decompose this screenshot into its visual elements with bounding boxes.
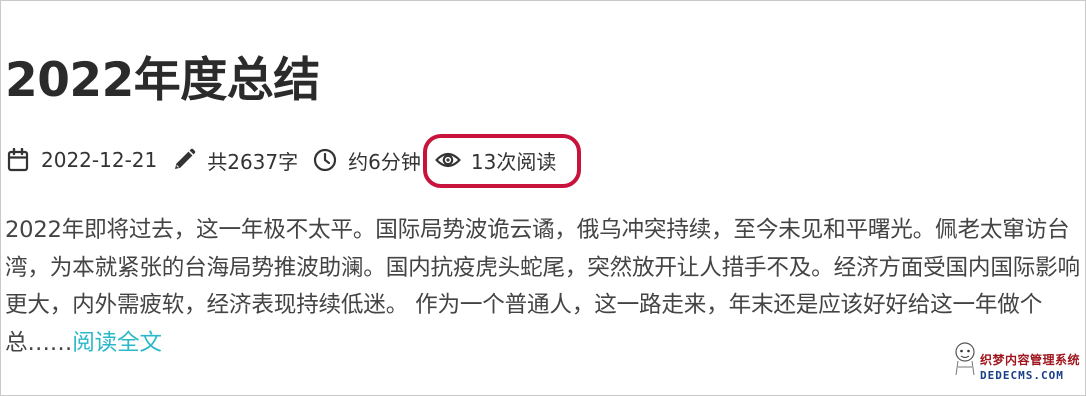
clock-icon [312, 147, 338, 173]
post-excerpt: 2022年即将过去，这一年极不太平。国际局势波诡云谲，俄乌冲突持续，至今未见和平… [5, 212, 1085, 362]
post-date-text: 2022-12-21 [41, 148, 158, 172]
post-read-time: 约6分钟 [312, 140, 421, 180]
post-views-text: 13次阅读 [470, 149, 557, 174]
watermark-cn-text: 织梦内容管理系统 [980, 353, 1081, 367]
post-date: 2022-12-21 [5, 140, 157, 180]
post-card: 2022年度总结 2022-12-21 共2637字 约6分钟 13次阅读 20… [5, 48, 1085, 356]
read-more-link[interactable]: 阅读全文 [72, 330, 162, 356]
eye-icon [435, 147, 461, 173]
post-meta: 2022-12-21 共2637字 约6分钟 13次阅读 [5, 134, 582, 188]
dedecms-watermark: 织梦内容管理系统 DEDECMS.COM [952, 341, 1082, 389]
post-views: 13次阅读 [422, 134, 582, 188]
watermark-en-text: DEDECMS.COM [980, 369, 1064, 382]
post-word-count-text: 共2637字 [207, 149, 299, 174]
post-title[interactable]: 2022年度总结 [5, 48, 1085, 114]
pencil-icon [171, 147, 197, 173]
watermark-mascot-icon [955, 342, 975, 376]
calendar-icon [5, 147, 31, 173]
post-read-time-text: 约6分钟 [348, 149, 421, 174]
post-excerpt-text: 2022年即将过去，这一年极不太平。国际局势波诡云谲，俄乌冲突持续，至今未见和平… [5, 217, 1080, 356]
post-word-count: 共2637字 [171, 140, 298, 180]
